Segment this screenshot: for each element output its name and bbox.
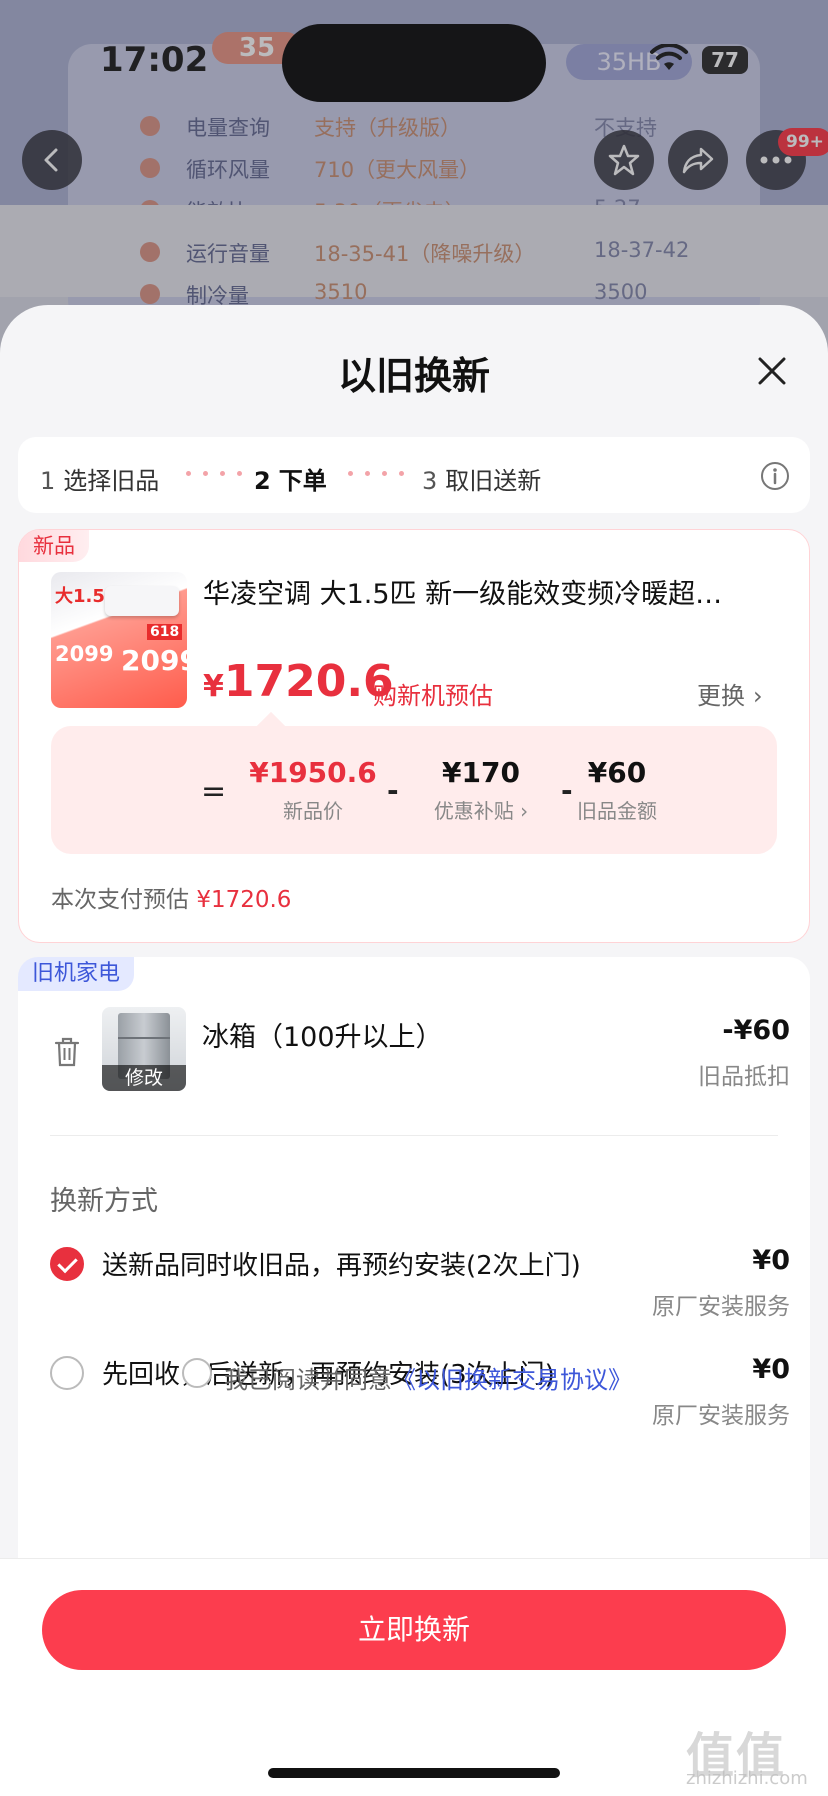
option-price: ¥0 bbox=[752, 1354, 790, 1385]
sheet-title: 以旧换新 bbox=[337, 354, 490, 398]
watermark-url: zhizhizhi.com bbox=[686, 1768, 808, 1789]
option-price: ¥0 bbox=[752, 1245, 790, 1276]
option-text: 送新品同时收旧品，再预约安装(2次上门) bbox=[102, 1251, 581, 1281]
old-appliance-deduction: -¥60 bbox=[722, 1015, 790, 1046]
option-subtext: 原厂安装服务 bbox=[652, 1294, 790, 1320]
subsidy-label: 优惠补贴 › bbox=[433, 799, 529, 823]
step-pickup-deliver: 3 取旧送新 bbox=[422, 467, 542, 495]
close-icon[interactable] bbox=[752, 351, 792, 391]
new-price-value: ¥1950.6 bbox=[249, 756, 377, 789]
edit-label[interactable]: 修改 bbox=[102, 1065, 186, 1091]
radio-checked-icon[interactable] bbox=[50, 1247, 84, 1281]
info-icon[interactable] bbox=[760, 461, 790, 491]
product-title[interactable]: 华凌空调 大1.5匹 新一级能效变频冷暖超… bbox=[203, 572, 791, 611]
home-indicator bbox=[268, 1768, 560, 1778]
trade-option-simultaneous[interactable]: 送新品同时收旧品，再预约安装(2次上门) ¥0 原厂安装服务 bbox=[50, 1241, 790, 1333]
new-price-block: ¥1950.6 新品价 bbox=[243, 756, 383, 824]
radio-unchecked-icon[interactable] bbox=[50, 1356, 84, 1390]
estimated-price-label: 购新机预估 bbox=[373, 682, 493, 710]
equals-sign: = bbox=[201, 774, 227, 809]
new-product-tag: 新品 bbox=[19, 530, 89, 562]
old-appliance-name: 冰箱（100升以上） bbox=[202, 1022, 443, 1053]
old-value-label: 旧品金额 bbox=[577, 799, 657, 823]
old-value-value: ¥60 bbox=[587, 756, 647, 789]
trade-method-label: 换新方式 bbox=[50, 1186, 158, 1217]
old-value-block: ¥60 旧品金额 bbox=[547, 756, 687, 824]
price-breakdown: = ¥1950.6 新品价 - ¥170 优惠补贴 › - ¥60 旧品金额 bbox=[51, 726, 777, 854]
change-product-link[interactable]: 更换 › bbox=[697, 676, 763, 711]
option-subtext: 原厂安装服务 bbox=[652, 1403, 790, 1429]
agreement-link[interactable]: 《以旧换新交易协议》 bbox=[392, 1366, 632, 1394]
subsidy-block[interactable]: ¥170 优惠补贴 › bbox=[411, 756, 551, 824]
agreement-checkbox[interactable] bbox=[182, 1358, 212, 1388]
step-connector bbox=[348, 471, 404, 477]
step-select-old: 1 选择旧品 bbox=[40, 467, 160, 495]
step-connector bbox=[186, 471, 242, 477]
estimated-price: ¥1720.6 bbox=[203, 656, 394, 707]
payment-estimate: 本次支付预估 ¥1720.6 bbox=[51, 887, 292, 913]
chevron-right-icon: › bbox=[753, 682, 763, 710]
fridge-image[interactable]: 修改 bbox=[102, 1007, 186, 1091]
agreement-text: 我已阅读并同意《以旧换新交易协议》 bbox=[224, 1366, 632, 1394]
subsidy-value: ¥170 bbox=[442, 756, 520, 789]
new-product-card: 新品 大1.5 618 2099 2099 华凌空调 大1.5匹 新一级能效变频… bbox=[18, 529, 810, 943]
step-order: 2 下单 bbox=[254, 467, 327, 495]
old-appliance-card: 旧机家电 修改 冰箱（100升以上） -¥60 旧品抵扣 换新方式 送新品同时收… bbox=[18, 957, 810, 1589]
minus-sign: - bbox=[387, 774, 399, 807]
old-appliance-tag: 旧机家电 bbox=[18, 957, 135, 991]
trade-in-now-button[interactable]: 立即换新 bbox=[42, 1590, 786, 1670]
progress-steps: 1 选择旧品 2 下单 3 取旧送新 bbox=[18, 437, 810, 513]
trash-icon[interactable] bbox=[52, 1035, 82, 1069]
divider bbox=[50, 1135, 778, 1136]
old-appliance-deduction-label: 旧品抵扣 bbox=[698, 1064, 790, 1090]
new-price-label: 新品价 bbox=[283, 799, 343, 823]
product-image[interactable]: 大1.5 618 2099 2099 bbox=[51, 572, 187, 708]
